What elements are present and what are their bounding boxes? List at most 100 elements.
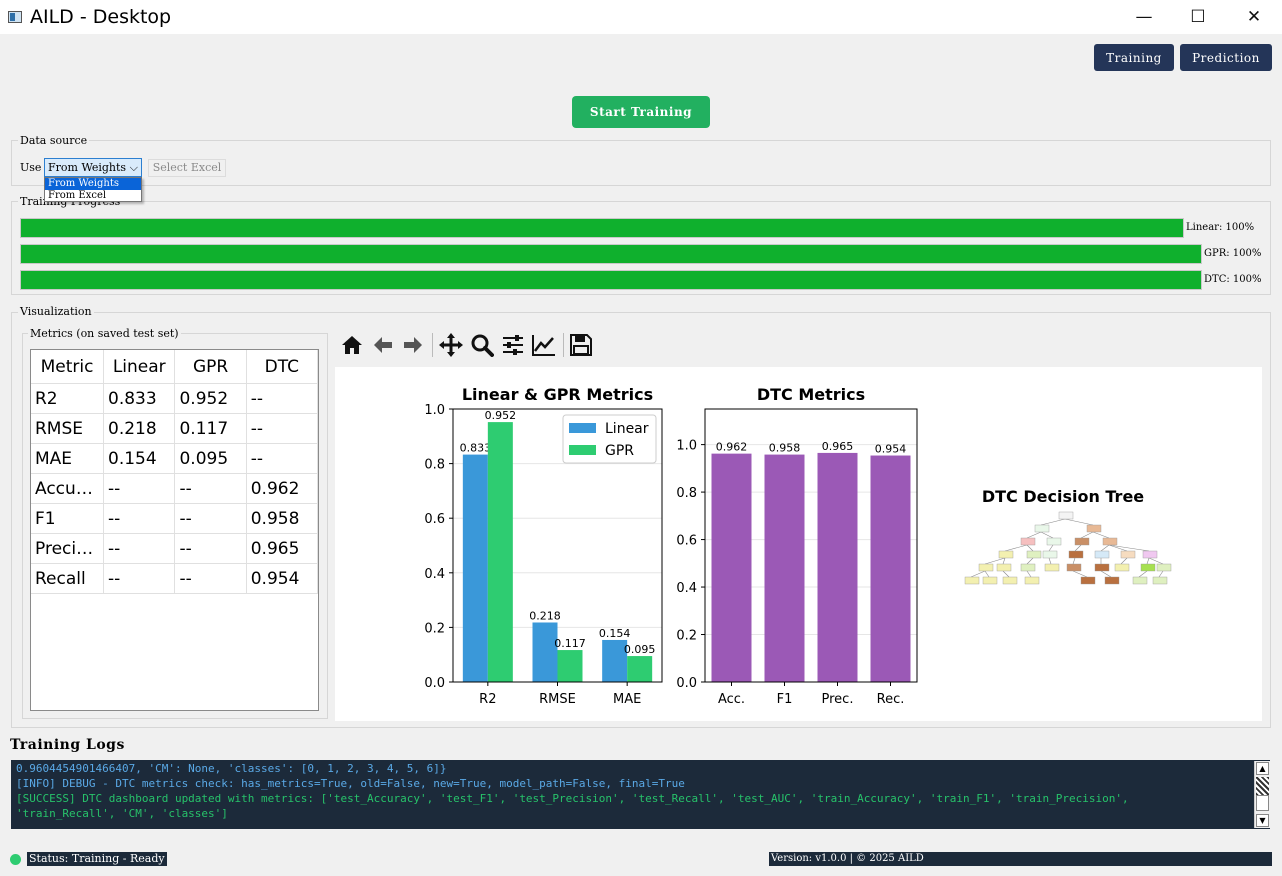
table-cell: -- (174, 533, 247, 564)
chart-title: DTC Metrics (757, 385, 865, 404)
data-label: 0.965 (822, 440, 854, 453)
scroll-up-icon[interactable]: ▲ (1256, 762, 1269, 775)
table-cell: -- (103, 473, 176, 504)
tree-node (1086, 524, 1102, 533)
legend-label: GPR (605, 443, 634, 459)
legend-label: Linear (605, 421, 649, 437)
tree-edge (970, 570, 986, 578)
edit-axis-icon[interactable] (530, 332, 558, 358)
tree-edge (1048, 557, 1052, 565)
training-tab-button[interactable]: Training (1094, 44, 1174, 71)
minimize-button[interactable]: — (1116, 0, 1172, 34)
data-label: 0.962 (716, 441, 748, 454)
tree-node (1094, 563, 1110, 572)
tree-node (1156, 563, 1172, 572)
table-cell: 0.952 (174, 383, 247, 414)
table-row[interactable]: R2 0.833 0.952 -- (31, 383, 319, 414)
dropdown-option-from-excel[interactable]: From Excel (45, 190, 141, 202)
dtc-progress-label: DTC: 100% (1204, 274, 1262, 285)
tree-edge (1072, 557, 1076, 565)
tree-node (1080, 576, 1096, 585)
tree-node (978, 563, 994, 572)
tree-edge (1002, 570, 1010, 578)
tree-node (1020, 563, 1036, 572)
table-row[interactable]: MAE 0.154 0.095 -- (31, 443, 319, 474)
prediction-tab-button[interactable]: Prediction (1180, 44, 1272, 71)
dtc-progress-bar (20, 270, 1202, 290)
metrics-grid: Metric Linear GPR DTC R2 0.833 0.952 -- RMS… (31, 350, 319, 594)
table-row[interactable]: F1 -- -- 0.958 (31, 503, 319, 534)
y-tick-label: 1.0 (676, 439, 697, 454)
table-cell: -- (174, 473, 247, 504)
back-icon[interactable] (369, 332, 397, 358)
home-icon[interactable] (338, 332, 366, 358)
dtc-chart: DTC Metrics 0.0 0.2 0.4 0.6 0.8 1.0 0.962 Acc. 0.… (676, 385, 918, 707)
save-icon[interactable] (567, 332, 595, 358)
forward-icon[interactable] (399, 332, 427, 358)
training-log-panel[interactable]: 0.9604454901466407, 'CM': None, 'classes… (11, 760, 1270, 829)
scroll-thumb[interactable] (1256, 777, 1269, 795)
table-row[interactable]: Recall -- -- 0.954 (31, 563, 319, 594)
tree-node (1066, 563, 1082, 572)
metrics-table[interactable]: Metric Linear GPR DTC R2 0.833 0.952 -- RMS… (30, 349, 319, 711)
close-button[interactable]: ✕ (1226, 0, 1282, 34)
legend-swatch (569, 445, 596, 455)
linear-progress-fill (21, 219, 1183, 237)
y-tick-label: 0.0 (676, 676, 697, 691)
tree-edge (1080, 531, 1094, 539)
table-cell: -- (246, 443, 319, 474)
log-scrollbar[interactable]: ▲ ▼ (1254, 761, 1271, 828)
data-label: 0.218 (529, 609, 561, 622)
table-cell: MAE (31, 443, 104, 474)
x-tick-label: Rec. (877, 692, 905, 707)
scroll-down-icon[interactable]: ▼ (1256, 814, 1269, 827)
tree-title: DTC Decision Tree (982, 487, 1144, 506)
x-tick-label: R2 (479, 692, 496, 707)
tree-edge (1064, 518, 1094, 526)
tree-node (1044, 563, 1060, 572)
select-excel-button[interactable]: Select Excel (148, 159, 226, 177)
maximize-button[interactable]: ☐ (1170, 0, 1226, 34)
close-icon: ✕ (1246, 7, 1262, 27)
y-tick-label: 0.8 (424, 458, 445, 473)
data-source-dropdown-list[interactable]: From Weights From Excel (44, 177, 142, 202)
data-source-select[interactable]: From Weights ⌵ (44, 158, 142, 177)
table-cell: 0.154 (103, 443, 176, 474)
y-tick-label: 0.2 (424, 621, 445, 636)
table-cell: 0.117 (174, 413, 247, 444)
table-cell: 0.218 (103, 413, 176, 444)
table-row[interactable]: Accuracy----0.962 (31, 473, 319, 504)
table-cell: -- (103, 503, 176, 534)
header-gpr: GPR (174, 350, 247, 384)
log-line: 'train_Recall', 'CM', 'classes'] (16, 807, 228, 820)
data-label: 0.954 (875, 443, 907, 456)
data-label: 0.833 (460, 442, 492, 455)
y-tick-label: 0.6 (424, 512, 445, 527)
data-source-selected-value: From Weights (48, 161, 127, 174)
table-row[interactable]: Precision -- -- 0.965 (31, 533, 319, 564)
configure-icon[interactable] (499, 332, 527, 358)
table-cell: R2 (31, 383, 104, 414)
data-label: 0.952 (485, 409, 517, 422)
plot-canvas[interactable]: Linear & GPR Metrics 0.0 0.2 0.4 0.6 0.8 1.0 0.… (335, 367, 1262, 721)
tree-node (996, 563, 1012, 572)
bar-gpr (487, 422, 513, 682)
start-training-button[interactable]: Start Training (572, 96, 710, 128)
pan-icon[interactable] (437, 332, 465, 358)
header-linear: Linear (103, 350, 176, 384)
table-row[interactable]: RMSE 0.218 0.117 -- (31, 413, 319, 444)
table-cell: -- (174, 563, 247, 594)
zoom-icon[interactable] (468, 332, 496, 358)
header-dtc: DTC (246, 350, 319, 384)
table-cell: -- (246, 383, 319, 414)
tree-edge (1072, 570, 1088, 578)
table-cell: -- (246, 413, 319, 444)
tree-edge (1120, 557, 1128, 565)
tree-node (1094, 550, 1110, 559)
dropdown-option-from-weights[interactable]: From Weights (45, 178, 141, 190)
status-dot-icon (10, 854, 21, 865)
tree-edge (1026, 544, 1034, 552)
scroll-track[interactable] (1256, 795, 1269, 811)
maximize-icon: ☐ (1190, 7, 1206, 27)
table-header-row: Metric Linear GPR DTC (31, 350, 319, 384)
